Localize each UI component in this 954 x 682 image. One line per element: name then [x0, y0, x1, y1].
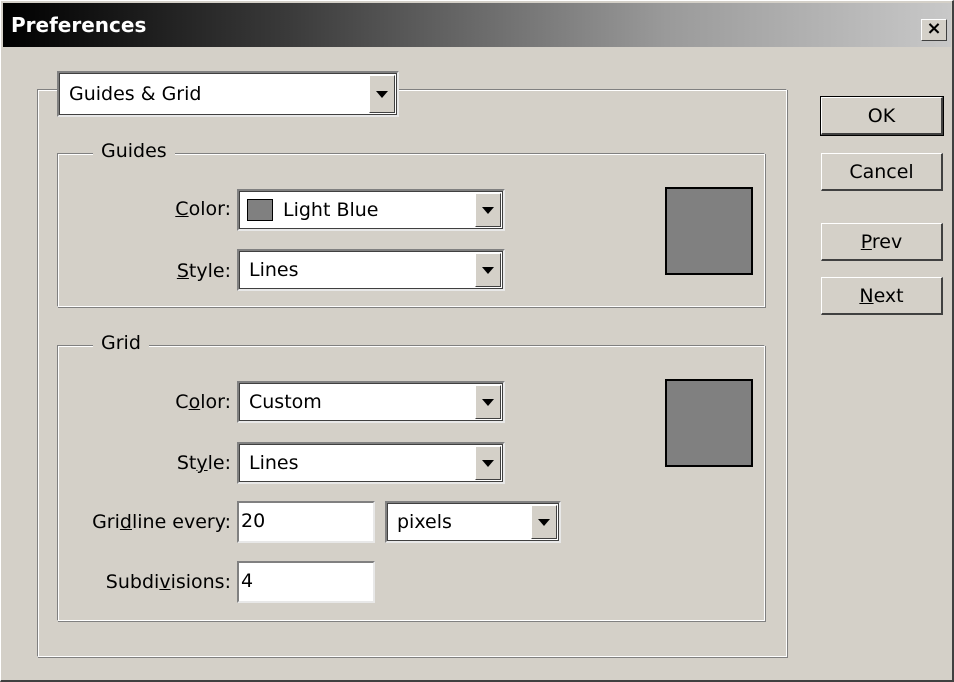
- cancel-button[interactable]: Cancel: [821, 153, 943, 191]
- chevron-down-icon[interactable]: [369, 75, 395, 113]
- grid-color-value: Custom: [249, 391, 322, 413]
- chevron-down-icon[interactable]: [475, 385, 501, 419]
- gridline-units-value: pixels: [397, 511, 452, 533]
- ok-button[interactable]: OK: [820, 96, 944, 136]
- grid-style-select[interactable]: Lines: [237, 442, 505, 484]
- guides-style-select[interactable]: Lines: [237, 249, 505, 291]
- guides-color-select[interactable]: Light Blue: [237, 189, 505, 231]
- guides-color-value: Light Blue: [283, 199, 379, 221]
- title-bar[interactable]: Preferences ×: [3, 3, 951, 47]
- gridline-every-label: Gridline every:: [92, 511, 231, 533]
- chevron-down-icon[interactable]: [475, 193, 501, 227]
- close-icon: ×: [926, 18, 942, 39]
- grid-color-swatch[interactable]: [665, 379, 753, 467]
- chevron-down-icon[interactable]: [475, 446, 501, 480]
- subdivisions-label: Subdivisions:: [105, 571, 231, 593]
- chevron-down-icon[interactable]: [475, 253, 501, 287]
- subdivisions-input[interactable]: 4: [237, 561, 375, 603]
- grid-color-select[interactable]: Custom: [237, 381, 505, 423]
- gridline-every-input[interactable]: 20: [237, 501, 375, 543]
- section-select[interactable]: Guides & Grid: [57, 71, 399, 117]
- section-select-value: Guides & Grid: [69, 83, 202, 105]
- guides-color-chip: [247, 199, 273, 221]
- gridline-units-select[interactable]: pixels: [385, 501, 561, 543]
- next-button[interactable]: Next: [821, 277, 943, 315]
- guides-color-swatch[interactable]: [665, 187, 753, 275]
- guides-legend: Guides: [93, 140, 175, 162]
- guides-style-value: Lines: [249, 259, 299, 281]
- grid-color-label: Color:: [175, 391, 231, 413]
- grid-style-label: Style:: [176, 452, 231, 474]
- chevron-down-icon[interactable]: [531, 505, 557, 539]
- grid-legend: Grid: [93, 332, 149, 354]
- guides-color-label: Color:: [175, 198, 231, 220]
- dialog-title: Preferences: [11, 13, 147, 37]
- close-button[interactable]: ×: [921, 19, 947, 41]
- preferences-dialog: Preferences × Guides & Grid Guides Color…: [0, 0, 954, 682]
- grid-style-value: Lines: [249, 452, 299, 474]
- prev-button[interactable]: Prev: [821, 223, 943, 261]
- guides-style-label: Style:: [176, 260, 231, 282]
